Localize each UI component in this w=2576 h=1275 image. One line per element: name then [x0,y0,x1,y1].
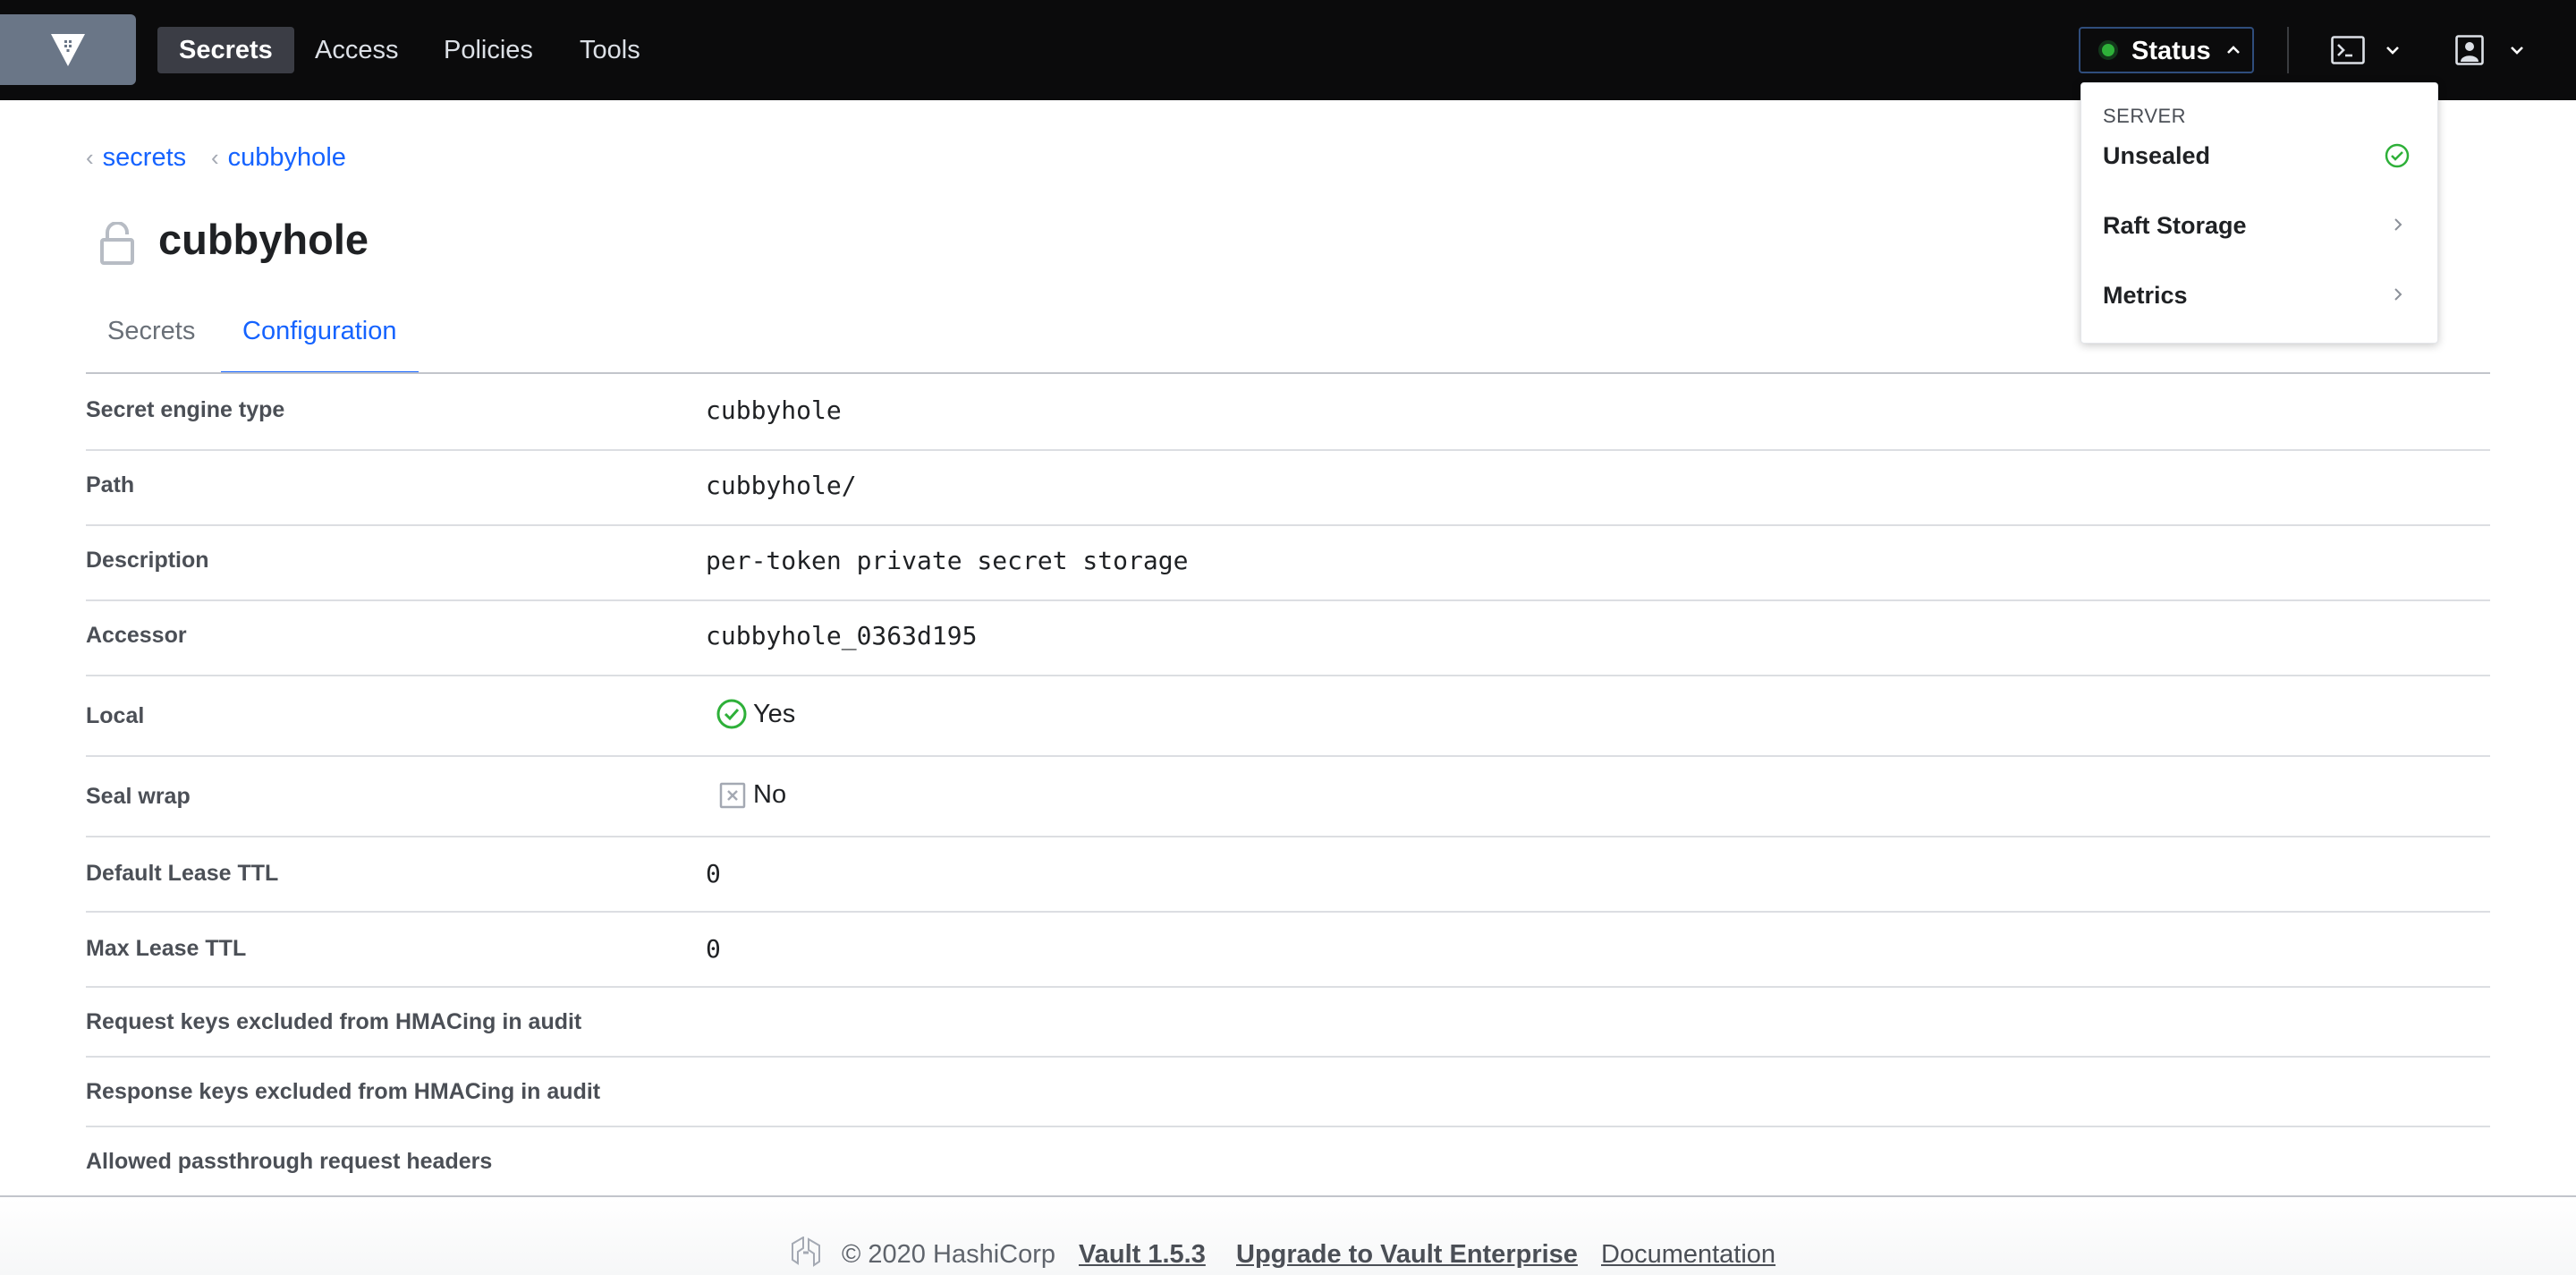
nav-policies[interactable]: Policies [422,27,555,73]
chevron-down-icon [2386,47,2399,55]
info-label: Max Lease TTL [86,936,247,961]
chevron-left-icon: ‹ [211,144,219,171]
info-label: Seal wrap [86,784,191,809]
info-label: Default Lease TTL [86,861,279,886]
nav-tools[interactable]: Tools [558,27,662,73]
terminal-icon [2331,36,2365,64]
info-row-max-lease-ttl: Max Lease TTL 0 [86,913,2490,988]
nav-access[interactable]: Access [293,27,419,73]
info-label: Local [86,703,145,728]
footer-documentation-link[interactable]: Documentation [1601,1240,1775,1270]
footer-copyright: © 2020 HashiCorp [842,1240,1055,1269]
status-indicator-icon [2098,40,2118,60]
info-label: Description [86,548,209,573]
vault-home-link[interactable] [0,14,136,85]
footer-version-link[interactable]: Vault 1.5.3 [1079,1240,1206,1270]
info-row-description: Description per-token private secret sto… [86,526,2490,601]
breadcrumb-secrets[interactable]: ‹ secrets [86,143,186,173]
user-menu-button[interactable] [2455,30,2530,70]
info-row-response-keys: Response keys excluded from HMACing in a… [86,1058,2490,1127]
nav-secrets[interactable]: Secrets [157,27,294,73]
user-icon [2455,35,2484,65]
info-value: cubbyhole_0363d195 [706,621,978,650]
tab-configuration[interactable]: Configuration [221,304,419,374]
info-row-local: Local Yes [86,676,2490,757]
tab-secrets[interactable]: Secrets [86,304,216,374]
info-row-path: Path cubbyhole/ [86,451,2490,526]
info-label: Path [86,472,135,497]
check-circle-icon [2385,143,2410,168]
chevron-down-icon [2511,47,2523,55]
footer-upgrade-link[interactable]: Upgrade to Vault Enterprise [1236,1240,1578,1270]
console-menu-button[interactable] [2331,30,2402,70]
info-label: Allowed passthrough request headers [86,1149,493,1174]
chevron-up-icon [2227,46,2240,54]
info-label: Secret engine type [86,397,285,422]
info-label: Request keys excluded from HMACing in au… [86,1009,582,1034]
menu-item-label: Raft Storage [2103,212,2247,239]
menu-item-raft-storage[interactable]: Raft Storage [2081,194,2437,259]
info-row-accessor: Accessor cubbyhole_0363d195 [86,601,2490,676]
chevron-right-icon [2394,218,2402,231]
info-label: Accessor [86,623,187,648]
info-value: cubbyhole [706,395,842,425]
info-row-passthrough-headers: Allowed passthrough request headers [86,1127,2490,1195]
hashicorp-logo-icon [792,1237,820,1267]
nav-divider [2287,27,2289,73]
info-value: cubbyhole/ [706,471,857,500]
info-value: Yes [753,700,796,728]
breadcrumb-cubbyhole[interactable]: ‹ cubbyhole [211,143,346,173]
footer: © 2020 HashiCorp Vault 1.5.3 Upgrade to … [0,1197,2576,1275]
page-title: cubbyhole [158,216,369,263]
check-circle-icon [716,699,747,729]
status-label: Status [2131,37,2211,65]
menu-item-metrics[interactable]: Metrics [2081,264,2437,328]
info-value: 0 [706,859,721,888]
info-label: Response keys excluded from HMACing in a… [86,1079,601,1104]
info-row-request-keys: Request keys excluded from HMACing in au… [86,988,2490,1058]
chevron-right-icon [2394,288,2402,301]
info-row-default-lease-ttl: Default Lease TTL 0 [86,837,2490,913]
info-row-seal-wrap: Seal wrap No [86,757,2490,837]
info-value: No [753,780,787,809]
info-row-secret-engine-type: Secret engine type cubbyhole [86,374,2490,451]
info-value: per-token private secret storage [706,546,1189,575]
menu-item-unsealed[interactable]: Unsealed [2081,124,2437,189]
info-value: 0 [706,934,721,964]
vault-logo-icon [51,34,85,66]
lock-icon [100,222,134,265]
chevron-left-icon: ‹ [86,144,94,171]
menu-item-label: Metrics [2103,282,2188,309]
x-square-icon [719,782,746,809]
status-menu-button[interactable]: Status [2079,27,2254,73]
menu-item-label: Unsealed [2103,142,2211,169]
status-dropdown-menu: SERVER Unsealed Raft Storage Metrics [2080,82,2438,344]
